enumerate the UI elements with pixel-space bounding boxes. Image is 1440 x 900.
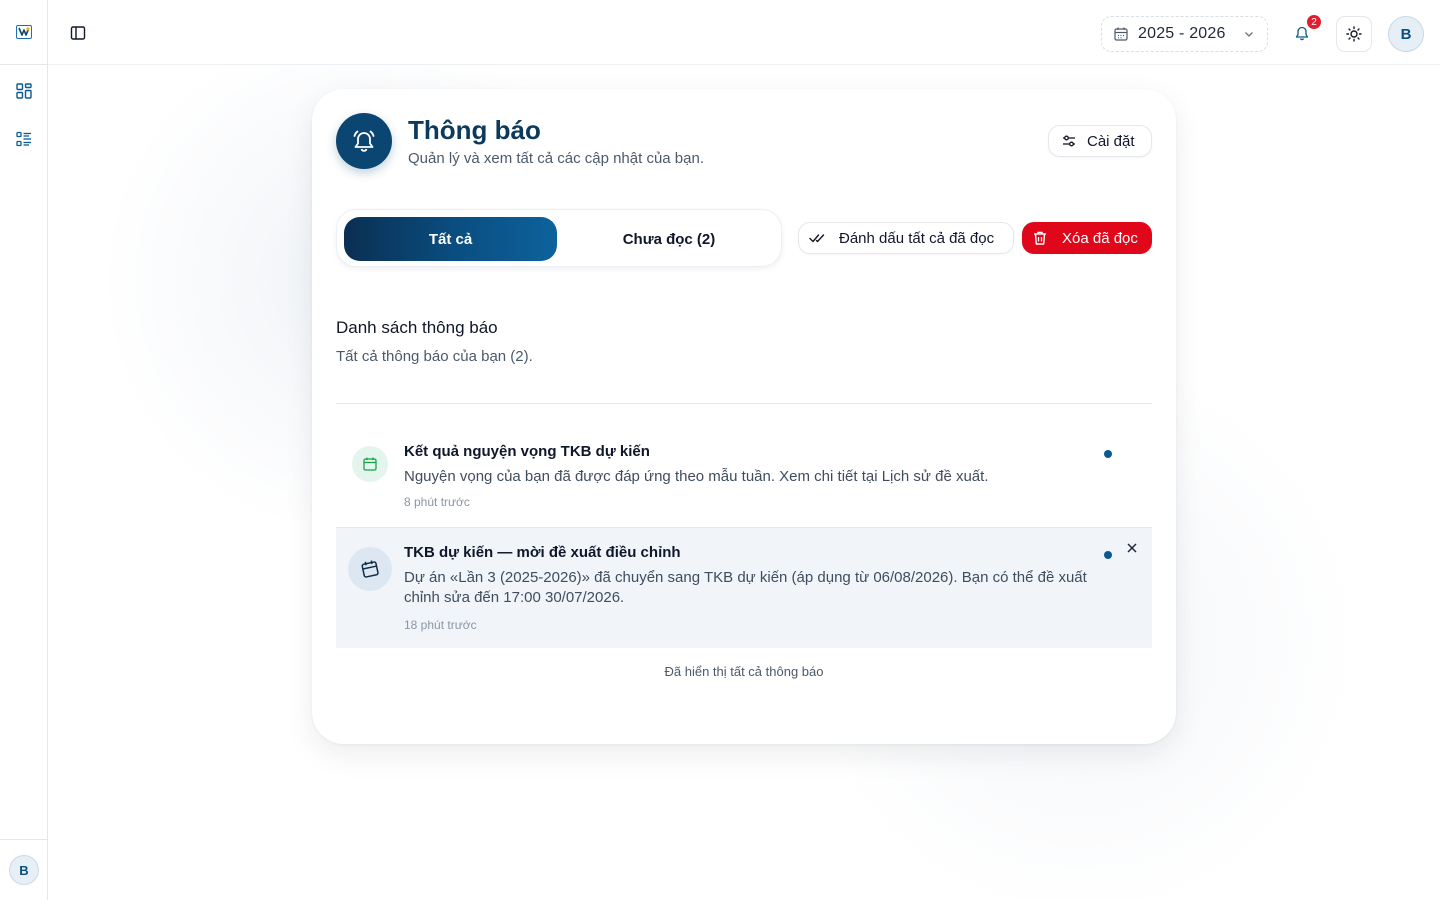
theme-toggle-button[interactable] xyxy=(1336,16,1372,52)
tab-unread[interactable]: Chưa đọc (2) xyxy=(559,217,779,261)
page-title-icon xyxy=(336,113,392,169)
calendar-edit-icon xyxy=(361,560,379,578)
notification-time: 8 phút trước xyxy=(404,495,470,509)
list-checks-icon xyxy=(16,131,31,147)
app-logo[interactable] xyxy=(0,0,48,65)
settings-button[interactable]: Cài đặt xyxy=(1048,125,1152,157)
notification-body: Dự án «Lần 3 (2025-2026)» đã chuyển sang… xyxy=(404,569,1087,606)
calendar-icon xyxy=(363,457,377,471)
school-year-select[interactable]: 2025 - 2026 xyxy=(1101,16,1268,52)
sidebar-toggle-button[interactable] xyxy=(68,23,88,43)
list-subtitle: Tất cả thông báo của bạn (2). xyxy=(336,348,533,365)
list-title: Danh sách thông báo xyxy=(336,318,498,337)
panel-left-icon xyxy=(70,26,86,40)
all-shown-note: Đã hiển thị tất cả thông báo xyxy=(664,664,824,679)
notification-type-icon xyxy=(352,446,388,482)
notification-type-icon xyxy=(348,547,392,591)
delete-read-button[interactable]: Xóa đã đọc xyxy=(1022,222,1152,254)
tab-all[interactable]: Tất cả xyxy=(344,217,557,261)
sidebar: B xyxy=(0,0,48,900)
sidebar-user[interactable]: B xyxy=(0,839,48,900)
chevron-down-icon xyxy=(1245,32,1253,37)
settings-button-label: Cài đặt xyxy=(1087,132,1135,150)
dismiss-notification-button[interactable] xyxy=(1124,540,1140,556)
notification-title: Kết quả nguyện vọng TKB dự kiến xyxy=(404,443,650,460)
page-title: Thông báo xyxy=(408,115,541,145)
notification-time: 18 phút trước xyxy=(404,618,477,632)
mark-all-read-button[interactable]: Đánh dấu tất cả đã đọc xyxy=(798,222,1014,254)
top-header: 2025 - 2026 2 B xyxy=(48,0,1440,65)
page-subtitle: Quản lý và xem tất cả các cập nhật của b… xyxy=(408,150,705,167)
user-avatar[interactable]: B xyxy=(1388,16,1424,52)
sidebar-item-dashboard[interactable] xyxy=(14,81,34,101)
notification-body: Nguyện vọng của bạn đã được đáp ứng theo… xyxy=(404,468,989,485)
school-year-value: 2025 - 2026 xyxy=(1138,25,1226,42)
bell-ringing-icon xyxy=(353,130,375,152)
sliders-icon xyxy=(1063,135,1075,147)
notification-tabs: Tất cả Chưa đọc (2) xyxy=(336,209,782,267)
trash-icon xyxy=(1034,231,1046,245)
sun-icon xyxy=(1346,26,1362,42)
delete-read-label: Xóa đã đọc xyxy=(1062,229,1138,247)
notification-title: TKB dự kiến — mời đề xuất điều chỉnh xyxy=(404,544,681,561)
unread-dot xyxy=(1104,551,1112,559)
divider xyxy=(336,403,1152,404)
dashboard-grid-icon xyxy=(16,83,32,99)
notification-item[interactable]: Kết quả nguyện vọng TKB dự kiến Nguyện v… xyxy=(336,427,1152,527)
mark-all-read-label: Đánh dấu tất cả đã đọc xyxy=(839,229,995,247)
logo-icon xyxy=(16,25,32,39)
close-icon xyxy=(1127,543,1137,553)
notification-count-badge: 2 xyxy=(1306,14,1322,30)
notification-item[interactable]: TKB dự kiến — mời đề xuất điều chỉnh Dự … xyxy=(336,527,1152,648)
check-check-icon xyxy=(809,234,825,243)
calendar-icon xyxy=(1114,27,1128,41)
notifications-card: Thông báo Quản lý và xem tất cả các cập … xyxy=(312,89,1176,744)
sidebar-item-list[interactable] xyxy=(14,129,34,149)
sidebar-avatar[interactable]: B xyxy=(9,855,39,885)
unread-dot xyxy=(1104,450,1112,458)
